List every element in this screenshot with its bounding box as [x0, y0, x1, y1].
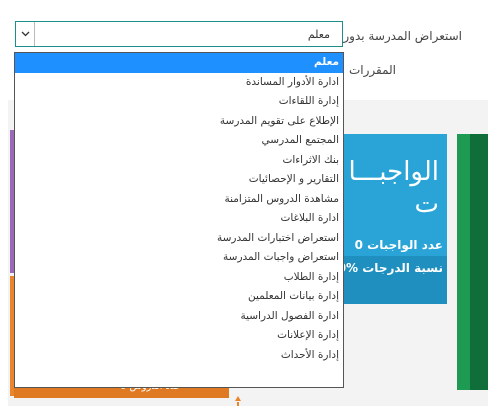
- dropdown-option[interactable]: بنك الاثراءات: [15, 151, 343, 171]
- dropdown-option[interactable]: استعراض اختبارات المدرسة: [15, 229, 343, 249]
- tab-courses[interactable]: المقررات: [349, 63, 396, 77]
- homework-card[interactable]: الواجبـــا ت عدد الواجبات 0 نسبة الدرجات…: [340, 134, 447, 304]
- dropdown-option[interactable]: التقارير و الإحصائيات: [15, 170, 343, 190]
- caret-up-icon: [235, 396, 241, 401]
- role-select[interactable]: معلم: [15, 21, 343, 47]
- dropdown-option[interactable]: الإطلاع على تقويم المدرسة: [15, 112, 343, 132]
- dropdown-option[interactable]: معلم: [15, 53, 343, 73]
- role-select-value: معلم: [307, 28, 330, 41]
- dropdown-option[interactable]: إدارة الطلاب: [15, 268, 343, 288]
- role-dropdown-list[interactable]: معلم ادارة الأدوار المساندة إدارة اللقاءات…: [14, 52, 344, 388]
- homework-card-title: الواجبـــا ت: [348, 157, 440, 219]
- dropdown-option[interactable]: المجتمع المدرسي: [15, 131, 343, 151]
- dropdown-option[interactable]: ادارة البلاغات: [15, 209, 343, 229]
- homework-grade-percent: نسبة الدرجات %0: [340, 261, 443, 275]
- dropdown-option[interactable]: إدارة الأحداث: [15, 346, 343, 366]
- dropdown-option[interactable]: إدارة الإعلانات: [15, 326, 343, 346]
- dropdown-option[interactable]: ادارة الفصول الدراسية: [15, 307, 343, 327]
- dropdown-option[interactable]: استعراض واجبات المدرسة: [15, 248, 343, 268]
- dropdown-option[interactable]: ادارة الأدوار المساندة: [15, 73, 343, 93]
- dropdown-option[interactable]: مشاهدة الدروس المتزامنة: [15, 190, 343, 210]
- chevron-down-icon[interactable]: [16, 22, 35, 46]
- dropdown-option[interactable]: إدارة بيانات المعلمين: [15, 287, 343, 307]
- homework-count: عدد الواجبات 0: [354, 238, 443, 252]
- green-card-edge-dark: [470, 134, 488, 390]
- dropdown-option[interactable]: إدارة اللقاءات: [15, 92, 343, 112]
- school-role-label: استعراض المدرسة بدور: [343, 29, 462, 43]
- caret-stem: [237, 402, 239, 406]
